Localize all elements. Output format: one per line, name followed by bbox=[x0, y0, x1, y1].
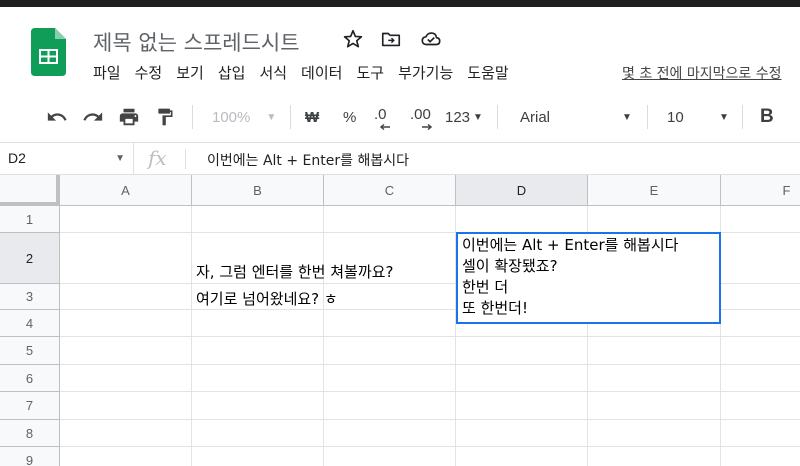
font-family-select[interactable]: Arial ▼ bbox=[520, 91, 632, 143]
cell-line: 이번에는 Alt + Enter를 해봅시다 bbox=[462, 236, 679, 254]
arrow-right-icon bbox=[422, 124, 432, 130]
grid-line bbox=[60, 446, 800, 447]
column-header-f[interactable]: F bbox=[721, 175, 800, 206]
cell-line: 셀이 확장됐죠? bbox=[462, 257, 558, 275]
toolbar-divider bbox=[742, 105, 743, 129]
row-header-1[interactable]: 1 bbox=[0, 206, 60, 233]
row-header-5[interactable]: 5 bbox=[0, 337, 60, 365]
document-title[interactable]: 제목 없는 스프레드시트 bbox=[93, 27, 300, 57]
cell-editor[interactable]: 이번에는 Alt + Enter를 해봅시다 셀이 확장됐죠? 한번 더 또 한… bbox=[462, 235, 678, 319]
more-formats-label: 123 bbox=[445, 108, 471, 126]
active-cell-d2[interactable]: 이번에는 Alt + Enter를 해봅시다 셀이 확장됐죠? 한번 더 또 한… bbox=[456, 232, 721, 324]
row-header-7[interactable]: 7 bbox=[0, 392, 60, 420]
menu-bar: 파일 수정 보기 삽입 서식 데이터 도구 부가기능 도움말 bbox=[93, 62, 523, 83]
cell-line: 또 한번더! bbox=[462, 299, 528, 317]
formula-divider bbox=[185, 149, 186, 169]
menu-file[interactable]: 파일 bbox=[93, 62, 121, 83]
font-size-select[interactable]: 10 ▼ bbox=[667, 91, 729, 143]
row-header-2[interactable]: 2 bbox=[0, 233, 60, 284]
arrow-left-icon bbox=[380, 124, 390, 130]
grid-line bbox=[60, 336, 800, 337]
increase-decimal-button[interactable]: .00 bbox=[410, 91, 432, 143]
grid-line bbox=[323, 206, 324, 466]
zoom-select[interactable]: 100% ▼ bbox=[212, 91, 276, 143]
undo-icon bbox=[47, 112, 67, 121]
decrease-decimal-label: .0 bbox=[374, 105, 387, 123]
percent-label: % bbox=[343, 108, 357, 126]
menu-addons[interactable]: 부가기능 bbox=[398, 62, 453, 83]
chevron-down-icon: ▼ bbox=[719, 111, 729, 123]
menu-edit[interactable]: 수정 bbox=[135, 62, 163, 83]
bold-button[interactable]: B bbox=[760, 91, 774, 143]
row-header-4[interactable]: 4 bbox=[0, 310, 60, 337]
column-header-e[interactable]: E bbox=[588, 175, 721, 206]
menu-view[interactable]: 보기 bbox=[176, 62, 204, 83]
increase-decimal-label: .00 bbox=[410, 105, 431, 123]
zoom-value: 100% bbox=[212, 108, 251, 126]
paint-format-button[interactable] bbox=[155, 91, 175, 143]
column-header-c[interactable]: C bbox=[324, 175, 456, 206]
move-to-folder-icon[interactable] bbox=[380, 28, 402, 50]
column-header-b[interactable]: B bbox=[192, 175, 324, 206]
app-header: 제목 없는 스프레드시트 파일 수정 보기 삽입 서식 데이터 도구 부가기능 … bbox=[0, 7, 800, 91]
cell-b2[interactable]: 자, 그럼 엔터를 한번 쳐볼까요? bbox=[196, 261, 393, 282]
grid-line bbox=[60, 391, 800, 392]
row-header-9[interactable]: 9 bbox=[0, 447, 60, 466]
row-header-3[interactable]: 3 bbox=[0, 284, 60, 310]
window-top-strip bbox=[0, 0, 800, 7]
column-header-a[interactable]: A bbox=[60, 175, 192, 206]
menu-tools[interactable]: 도구 bbox=[356, 62, 384, 83]
row-header-6[interactable]: 6 bbox=[0, 365, 60, 392]
redo-button[interactable] bbox=[82, 91, 104, 143]
grid-line bbox=[60, 364, 800, 365]
toolbar-divider bbox=[290, 105, 291, 129]
chevron-down-icon: ▼ bbox=[266, 111, 277, 123]
bold-label: B bbox=[760, 106, 774, 127]
format-percent-button[interactable]: % bbox=[343, 91, 356, 143]
grid-line bbox=[191, 206, 192, 466]
toolbar-divider bbox=[497, 105, 498, 129]
formula-input[interactable]: 이번에는 Alt + Enter를 해봅시다 bbox=[207, 150, 409, 170]
select-all-corner[interactable] bbox=[0, 175, 60, 206]
paint-format-icon bbox=[158, 108, 173, 126]
name-box[interactable]: D2 ▼ bbox=[0, 143, 134, 175]
row-header-8[interactable]: 8 bbox=[0, 420, 60, 447]
spreadsheet-grid[interactable]: A B C D E F 1 2 3 4 5 6 7 8 9 자, 그럼 엔터를 … bbox=[0, 175, 800, 466]
undo-button[interactable] bbox=[46, 91, 68, 143]
column-header-d[interactable]: D bbox=[456, 175, 588, 206]
cloud-saved-icon[interactable] bbox=[420, 28, 442, 50]
print-icon bbox=[119, 108, 139, 126]
cell-b3[interactable]: 여기로 넘어왔네요? ㅎ bbox=[196, 288, 338, 309]
last-edit-link[interactable]: 몇 초 전에 마지막으로 수정 bbox=[622, 63, 781, 83]
chevron-down-icon: ▼ bbox=[622, 111, 632, 123]
chevron-down-icon: ▼ bbox=[115, 153, 125, 164]
font-family-value: Arial bbox=[520, 108, 551, 126]
format-currency-button[interactable]: ₩ bbox=[305, 91, 319, 143]
menu-insert[interactable]: 삽입 bbox=[218, 62, 246, 83]
fx-icon: fx bbox=[148, 146, 167, 170]
cell-line: 한번 더 bbox=[462, 278, 509, 296]
star-icon[interactable] bbox=[342, 28, 364, 50]
toolbar: 100% ▼ ₩ % .0 .00 123 ▼ Arial ▼ 10 ▼ B bbox=[0, 91, 800, 143]
grid-line bbox=[60, 419, 800, 420]
name-box-value: D2 bbox=[8, 150, 26, 166]
sheets-logo-icon[interactable] bbox=[31, 28, 66, 76]
menu-data[interactable]: 데이터 bbox=[301, 62, 342, 83]
font-size-value: 10 bbox=[667, 108, 684, 126]
more-formats-button[interactable]: 123 ▼ bbox=[445, 91, 483, 143]
print-button[interactable] bbox=[118, 91, 140, 143]
redo-icon bbox=[83, 112, 103, 121]
decrease-decimal-button[interactable]: .0 bbox=[374, 91, 390, 143]
formula-bar: D2 ▼ fx 이번에는 Alt + Enter를 해봅시다 bbox=[0, 143, 800, 175]
chevron-down-icon: ▼ bbox=[473, 111, 483, 123]
currency-label: ₩ bbox=[305, 108, 320, 126]
toolbar-divider bbox=[647, 105, 648, 129]
menu-format[interactable]: 서식 bbox=[259, 62, 287, 83]
menu-help[interactable]: 도움말 bbox=[467, 62, 508, 83]
toolbar-divider bbox=[192, 105, 193, 129]
